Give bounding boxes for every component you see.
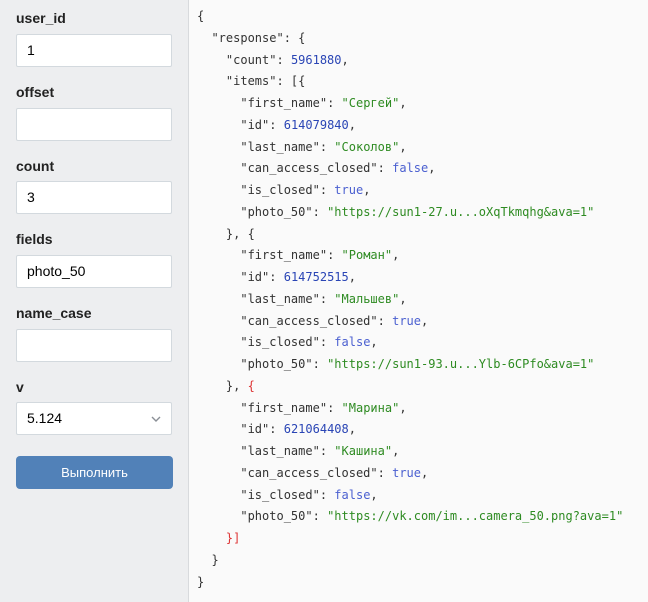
- item-photo-url: https://sun1-93.u...Ylb-6CPfo&ava=1: [334, 357, 588, 371]
- item-photo-url: https://sun1-27.u...oXqTkmqhg&ava=1: [334, 204, 588, 219]
- name-case-label: name_case: [16, 305, 92, 321]
- item-last-name: Кашина: [341, 444, 385, 458]
- fields-label: fields: [16, 231, 53, 247]
- item-last-name: Соколов: [341, 139, 393, 154]
- response-panel: { "response": { "count": 5961880, "items…: [189, 0, 648, 602]
- offset-label: offset: [16, 84, 55, 100]
- item-is-closed: false: [334, 487, 371, 502]
- item-photo-url: https://vk.com/im...camera_50.png?ava=1: [334, 509, 617, 524]
- response-count: 5961880: [290, 52, 342, 67]
- item-first-name: Сергей: [348, 96, 393, 110]
- fields-input[interactable]: photo_50: [16, 255, 172, 288]
- count-input[interactable]: 3: [16, 181, 172, 214]
- item-can-access-closed: true: [392, 313, 421, 328]
- item-id: 614752515: [283, 270, 349, 284]
- user-id-label: user_id: [16, 10, 66, 26]
- item-last-name: Мальшев: [341, 291, 393, 306]
- params-panel: user_id 1 offset count 3 fields photo_50…: [0, 0, 189, 602]
- item-id: 614079840: [283, 117, 349, 132]
- version-value: 5.124: [27, 410, 63, 426]
- execute-button[interactable]: Выполнить: [16, 456, 173, 489]
- offset-input[interactable]: [16, 108, 172, 141]
- chevron-down-icon: [151, 416, 161, 422]
- item-can-access-closed: false: [392, 161, 429, 176]
- version-label: v: [16, 379, 24, 395]
- item-can-access-closed: true: [392, 465, 421, 480]
- name-case-input[interactable]: [16, 329, 172, 362]
- item-is-closed: false: [334, 335, 371, 350]
- item-is-closed: true: [334, 183, 364, 197]
- item-first-name: Марина: [348, 400, 393, 415]
- version-select[interactable]: 5.124: [16, 402, 172, 435]
- item-first-name: Роман: [348, 248, 385, 263]
- user-id-input[interactable]: 1: [16, 34, 172, 67]
- api-console: user_id 1 offset count 3 fields photo_50…: [0, 0, 648, 602]
- count-label: count: [16, 158, 55, 174]
- item-id: 621064408: [283, 422, 349, 437]
- json-response: { "response": { "count": 5961880, "items…: [197, 9, 624, 589]
